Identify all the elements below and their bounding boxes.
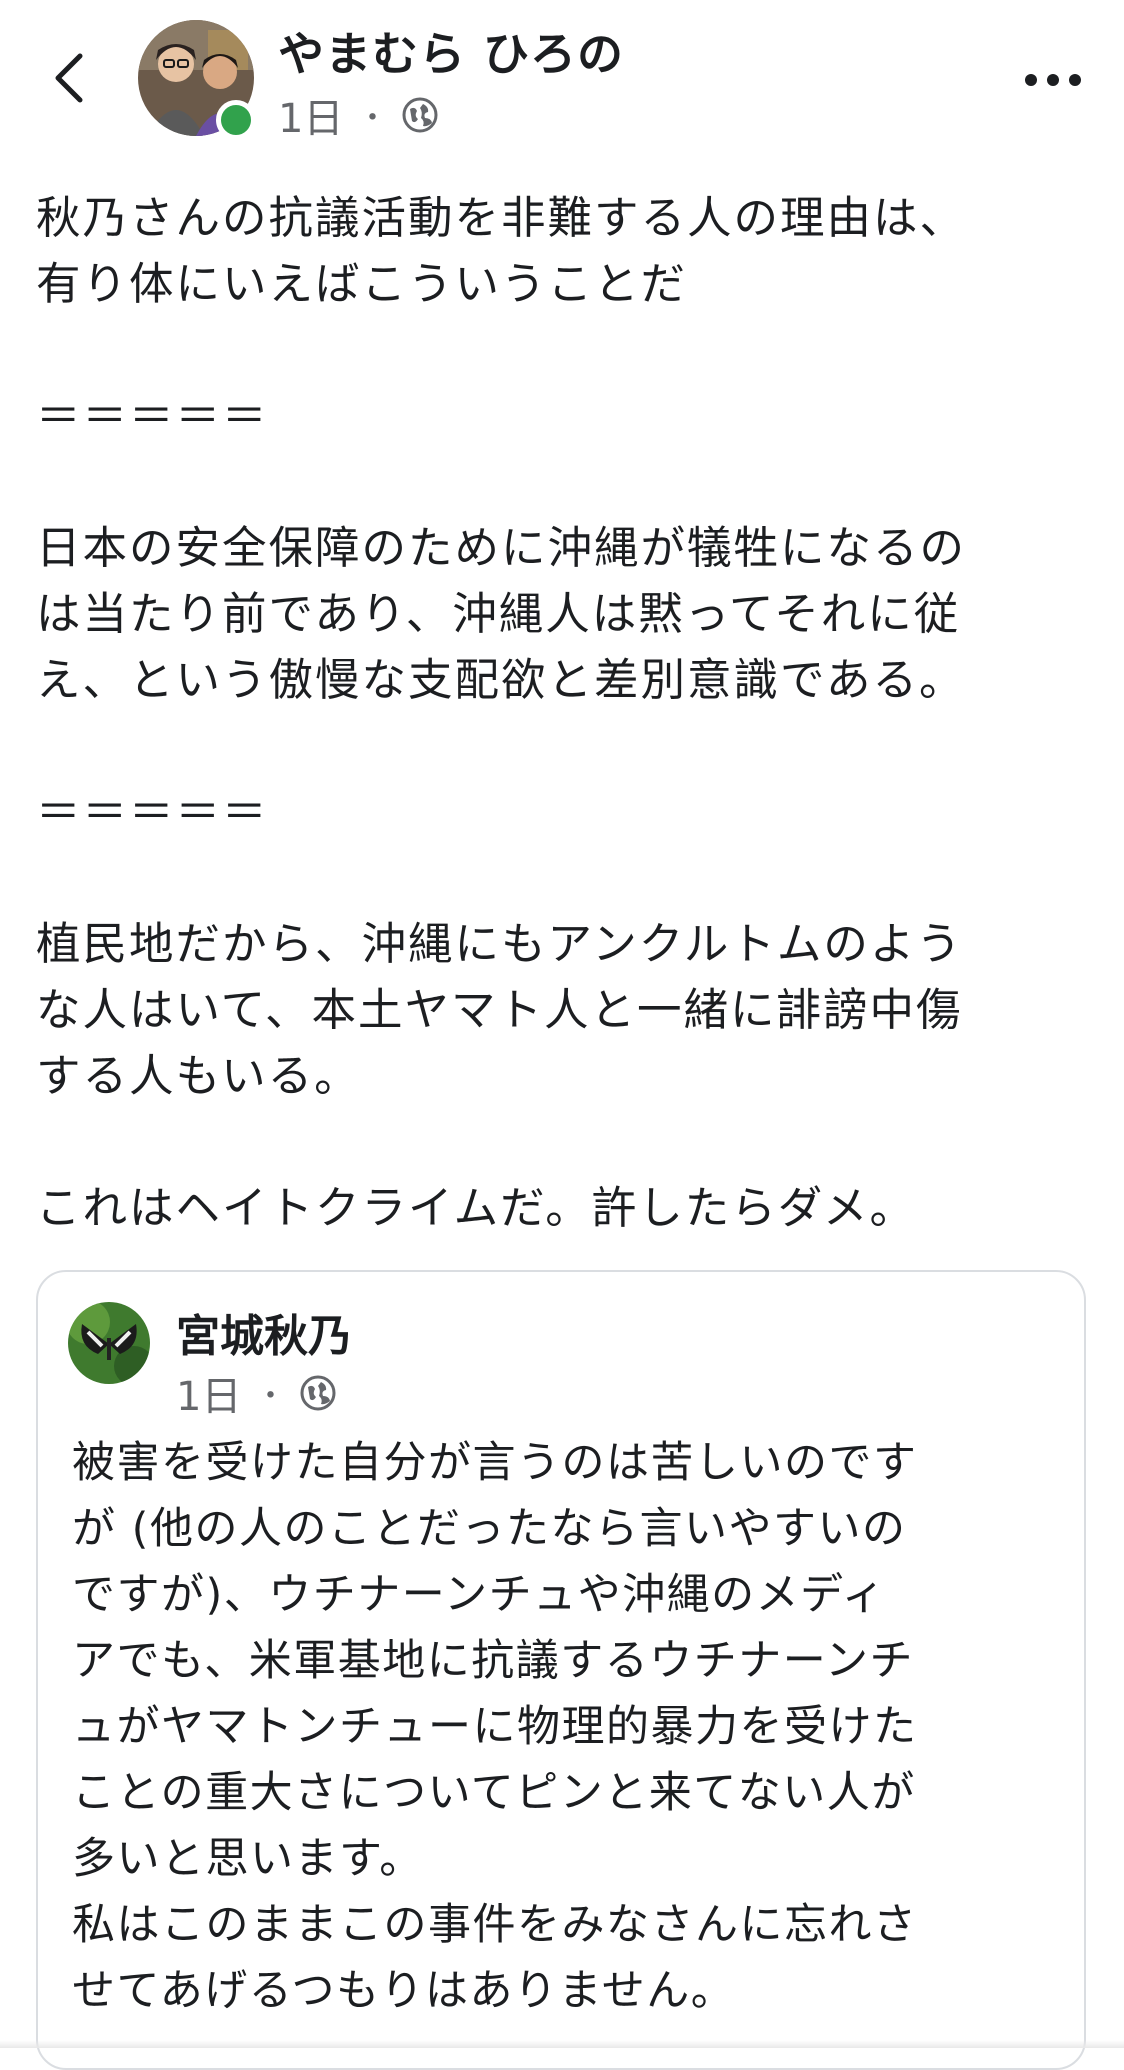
back-button[interactable] bbox=[42, 46, 98, 110]
post-line-blank bbox=[36, 450, 1096, 516]
post-text: 秋乃さんの抗議活動を非難する人の理由は、 有り体にいえばこういうことだ ＝＝＝＝… bbox=[36, 186, 1096, 1242]
post-line: ＝＝＝＝＝ bbox=[36, 391, 269, 442]
post-line-blank bbox=[36, 714, 1096, 780]
post-timestamp[interactable]: 1日 bbox=[278, 86, 343, 144]
shared-post-line: アでも、米軍基地に抗議するウチナーンチ bbox=[72, 1636, 915, 1686]
post-line: する人もいる。 bbox=[36, 1051, 361, 1102]
author-name[interactable]: やまむら ひろの bbox=[278, 18, 624, 84]
globe-icon bbox=[402, 97, 438, 133]
post-header: やまむら ひろの 1日 ・ bbox=[0, 0, 1124, 170]
shared-post-line: 私はこのままこの事件をみなさんに忘れさ bbox=[72, 1900, 918, 1950]
post-line: これはヘイトクライムだ。許したらダメ。 bbox=[36, 1183, 916, 1234]
post-line: 秋乃さんの抗議活動を非難する人の理由は、 bbox=[36, 193, 967, 244]
shared-post-line: が (他の人のことだったなら言いやすいの bbox=[72, 1504, 907, 1554]
shared-author-avatar[interactable] bbox=[68, 1302, 150, 1384]
shared-post-line: せてあげるつもりはありません。 bbox=[72, 1966, 736, 2016]
shared-post-meta: 1日 ・ bbox=[176, 1364, 337, 1422]
online-status-indicator bbox=[216, 100, 256, 140]
post-line: な人はいて、本土ヤマト人と一緒に誹謗中傷 bbox=[36, 985, 963, 1036]
shared-post-line: 多いと思います。 bbox=[72, 1834, 424, 1884]
post-line: え、という傲慢な支配欲と差別意識である。 bbox=[36, 655, 966, 706]
shared-post-line: ことの重大さについてピンと来てない人が bbox=[72, 1768, 916, 1818]
post-line-blank bbox=[36, 846, 1096, 912]
shared-post-line: 被害を受けた自分が言うのは苦しいのです bbox=[72, 1438, 918, 1488]
post-line: は当たり前であり、沖縄人は黙ってそれに従 bbox=[36, 589, 961, 640]
meta-separator: ・ bbox=[255, 1379, 286, 1414]
post-line: ＝＝＝＝＝ bbox=[36, 787, 269, 838]
post-line: 有り体にいえばこういうことだ bbox=[36, 259, 688, 310]
shared-post-line: ュがヤマトンチューに物理的暴力を受けた bbox=[72, 1702, 918, 1752]
bottom-edge-shadow bbox=[0, 2040, 1124, 2048]
shared-post-line: ですが)、ウチナーンチュや沖縄のメディ bbox=[72, 1570, 887, 1620]
shared-post-card[interactable]: 宮城秋乃 1日 ・ 被害を受けた自分が言うのは苦しいのです が (他の人のことだ… bbox=[36, 1270, 1086, 2070]
chevron-left-icon bbox=[55, 53, 83, 103]
post-line: 日本の安全保障のために沖縄が犠牲になるの bbox=[36, 523, 967, 574]
more-options-button[interactable] bbox=[1018, 50, 1088, 110]
shared-author-name[interactable]: 宮城秋乃 bbox=[176, 1300, 352, 1364]
post-line: 植民地だから、沖縄にもアンクルトムのよう bbox=[36, 919, 963, 970]
globe-icon bbox=[300, 1375, 336, 1411]
more-horizontal-icon bbox=[1025, 74, 1081, 86]
post-line-blank bbox=[36, 318, 1096, 384]
meta-separator: ・ bbox=[357, 101, 388, 136]
post-line-blank bbox=[36, 1110, 1096, 1176]
post-meta: 1日 ・ bbox=[278, 86, 439, 144]
shared-post-timestamp[interactable]: 1日 bbox=[176, 1364, 241, 1422]
shared-post-text: 被害を受けた自分が言うのは苦しいのです が (他の人のことだったなら言いやすいの… bbox=[72, 1430, 1072, 2024]
